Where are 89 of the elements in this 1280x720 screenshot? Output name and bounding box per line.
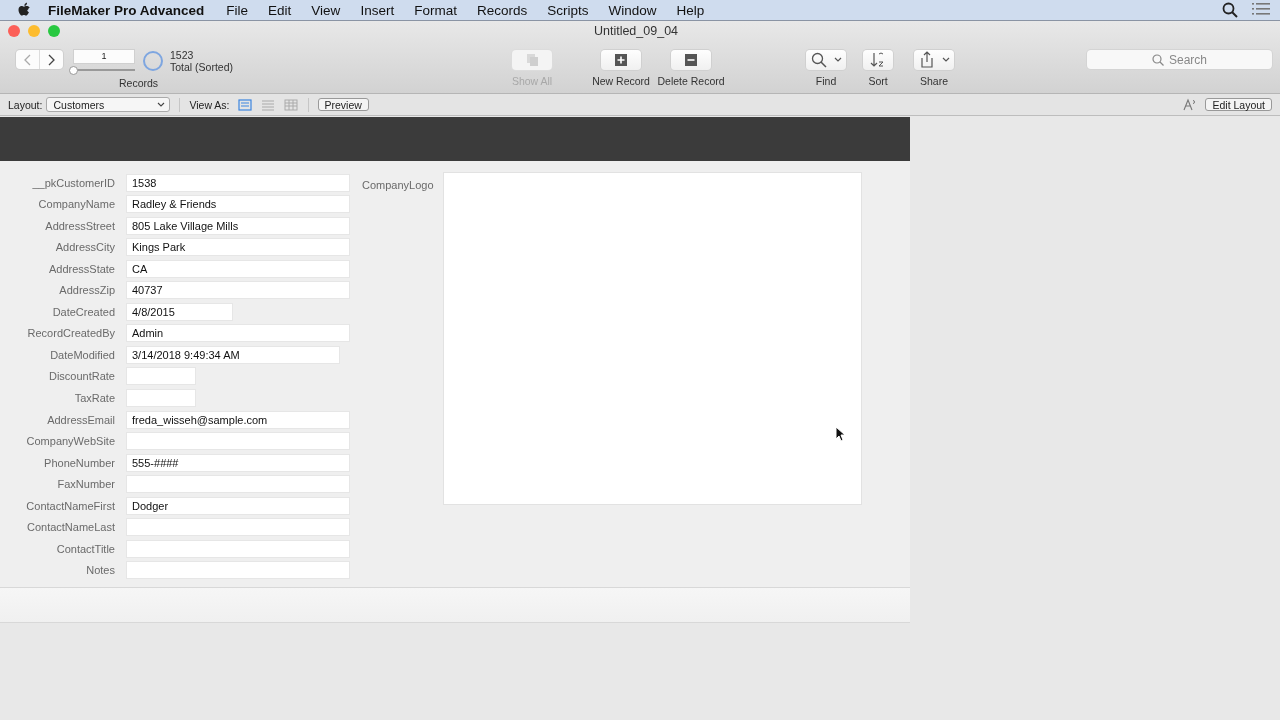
view-form-icon[interactable] bbox=[236, 97, 253, 112]
input-field[interactable]: Radley & Friends bbox=[126, 195, 350, 214]
field-label: ContactNameFirst bbox=[25, 499, 115, 512]
field-label: AddressState bbox=[47, 262, 115, 275]
find-label-button[interactable]: Find bbox=[815, 75, 837, 87]
layout-label: Layout: bbox=[8, 98, 43, 111]
menu-item[interactable]: Insert bbox=[360, 2, 395, 18]
window-title: Untitled_09_04 bbox=[592, 24, 680, 38]
preview-button[interactable]: Preview bbox=[317, 98, 369, 111]
list-icon[interactable] bbox=[1252, 2, 1270, 16]
input-field[interactable]: 1538 bbox=[126, 173, 350, 192]
input-field[interactable] bbox=[126, 539, 350, 558]
field-label: DateCreated bbox=[51, 305, 115, 318]
field-label: FaxNumber bbox=[56, 478, 115, 491]
magnifier-icon bbox=[810, 51, 829, 69]
apple-logo-icon bbox=[18, 2, 32, 18]
field-label: DateModified bbox=[49, 348, 115, 361]
chevron-left-icon bbox=[24, 53, 31, 66]
field-label: ContactTitle bbox=[55, 542, 115, 555]
record-count: 1523 bbox=[170, 49, 195, 61]
field-label: CompanyLogo bbox=[362, 179, 435, 193]
delete-toolbar-button[interactable] bbox=[671, 50, 712, 70]
field-label: CompanyName bbox=[37, 198, 115, 211]
input-field[interactable]: 805 Lake Village Mills bbox=[126, 216, 350, 235]
field-label: AddressZip bbox=[58, 284, 115, 297]
field-label: __pkCustomerID bbox=[31, 176, 115, 189]
record-number-field[interactable]: 1 bbox=[73, 49, 135, 64]
field-label: TaxRate bbox=[73, 391, 115, 404]
edit-layout-button[interactable]: Edit Layout bbox=[1205, 98, 1272, 111]
field-label: AddressStreet bbox=[44, 219, 115, 232]
search-icon bbox=[1152, 53, 1164, 66]
input-field[interactable] bbox=[126, 432, 350, 451]
slider-thumb[interactable] bbox=[69, 66, 78, 75]
menu-item[interactable]: Format bbox=[414, 2, 457, 18]
view-table-icon[interactable] bbox=[282, 97, 299, 112]
sort-toolbar-button[interactable] bbox=[863, 50, 894, 70]
input-field[interactable] bbox=[126, 388, 196, 407]
search-field[interactable]: Search bbox=[1087, 50, 1272, 69]
menu-item[interactable]: File bbox=[226, 2, 249, 18]
mouse-pointer-icon bbox=[835, 426, 845, 442]
search-icon[interactable] bbox=[1222, 2, 1238, 18]
menu-item[interactable]: Scripts bbox=[547, 2, 589, 18]
new-toolbar-button[interactable] bbox=[601, 50, 642, 70]
field-label: PhoneNumber bbox=[43, 456, 115, 469]
input-field[interactable] bbox=[126, 475, 350, 494]
view-list-icon[interactable] bbox=[259, 97, 276, 112]
input-field[interactable]: CA bbox=[126, 259, 350, 278]
input-field[interactable]: Dodger bbox=[126, 496, 350, 515]
input-field[interactable] bbox=[126, 367, 196, 386]
chevron-right-icon bbox=[48, 53, 55, 66]
input-field[interactable]: 555-#### bbox=[126, 453, 350, 472]
field-label: AddressCity bbox=[54, 241, 115, 254]
record-status: Total (Sorted) bbox=[170, 61, 234, 73]
delete-label-button[interactable]: Delete Record bbox=[657, 75, 725, 87]
input-field[interactable]: 40737 bbox=[126, 281, 350, 300]
menu-item[interactable]: Help bbox=[676, 2, 705, 18]
menu-item[interactable]: Edit bbox=[268, 2, 292, 18]
font-size-icon[interactable] bbox=[1183, 98, 1198, 111]
field-label: Notes bbox=[85, 564, 115, 577]
minimize-button[interactable] bbox=[28, 25, 40, 37]
field-label: DiscountRate bbox=[47, 370, 115, 383]
input-field[interactable]: Admin bbox=[126, 324, 350, 343]
field-label: ContactNameLast bbox=[25, 521, 115, 534]
menu-item[interactable]: Window bbox=[608, 2, 657, 18]
menu-item[interactable]: Records bbox=[476, 2, 528, 18]
app-name-menu[interactable]: FileMaker Pro Advanced bbox=[48, 2, 205, 18]
field-label: RecordCreatedBy bbox=[26, 327, 115, 340]
find-toolbar-button[interactable] bbox=[806, 50, 847, 70]
field-label: AddressEmail bbox=[46, 413, 115, 426]
input-field[interactable] bbox=[126, 561, 350, 580]
zoom-button[interactable] bbox=[48, 25, 60, 37]
share-toolbar-button[interactable] bbox=[914, 50, 955, 70]
field-label: CompanyWebSite bbox=[25, 435, 115, 448]
new-label-button[interactable]: New Record bbox=[592, 75, 650, 87]
input-field[interactable]: 4/8/2015 bbox=[126, 302, 233, 321]
share-label-button[interactable]: Share bbox=[920, 75, 949, 87]
chevron-down-icon bbox=[942, 57, 951, 63]
layout-dropdown[interactable]: Customers bbox=[46, 97, 171, 112]
input-field[interactable] bbox=[126, 518, 350, 537]
close-button[interactable] bbox=[8, 25, 20, 37]
input-field[interactable]: Kings Park bbox=[126, 238, 350, 257]
view-as-label: View As: bbox=[189, 98, 230, 111]
input-field[interactable]: freda_wisseh@sample.com bbox=[126, 410, 350, 429]
menu-item[interactable]: View bbox=[311, 2, 341, 18]
chevron-down-icon bbox=[834, 57, 843, 63]
input-field[interactable]: 3/14/2018 9:49:34 AM bbox=[126, 345, 340, 364]
image-container-field[interactable] bbox=[443, 172, 862, 505]
records-label: Records bbox=[119, 77, 159, 89]
sort-label-button[interactable]: Sort bbox=[868, 75, 888, 87]
